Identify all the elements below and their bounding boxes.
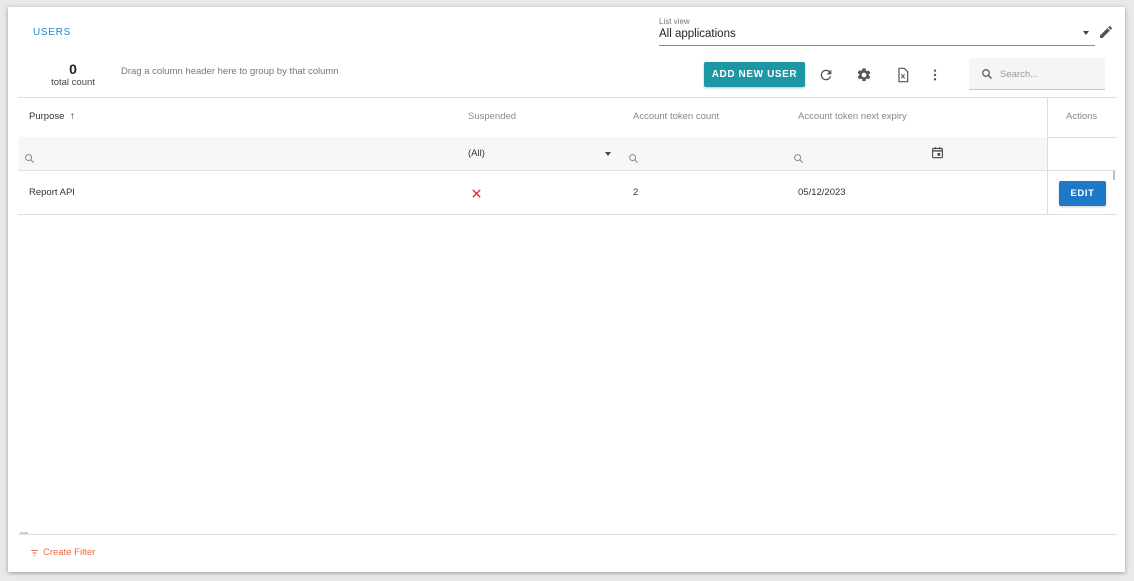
list-view-select[interactable]: All applications xyxy=(659,27,1095,46)
column-header-purpose[interactable]: Purpose ↑ xyxy=(29,111,75,122)
column-header-next-expiry[interactable]: Account token next expiry xyxy=(798,111,907,122)
pencil-icon[interactable] xyxy=(1098,23,1114,41)
filter-next-expiry-search-icon[interactable] xyxy=(793,153,804,164)
row-bottom-border xyxy=(18,214,1117,215)
cell-next-expiry: 05/12/2023 xyxy=(798,187,846,198)
vertical-scrollbar[interactable] xyxy=(1113,171,1115,180)
filter-icon xyxy=(31,549,38,557)
search-box xyxy=(969,58,1105,90)
excel-export-icon[interactable] xyxy=(895,67,911,83)
actions-column-divider xyxy=(1047,97,1048,214)
group-panel-hint: Drag a column header here to group by th… xyxy=(121,66,339,77)
list-view-value: All applications xyxy=(659,28,736,40)
add-new-user-button[interactable]: ADD NEW USER xyxy=(704,62,805,87)
total-count: 0 total count xyxy=(42,61,104,89)
total-count-value: 0 xyxy=(69,61,77,77)
column-header-suspended[interactable]: Suspended xyxy=(468,111,516,122)
chevron-down-icon[interactable] xyxy=(605,152,611,156)
list-view-label: List view xyxy=(659,17,690,26)
column-header-actions: Actions xyxy=(1066,111,1098,122)
search-icon xyxy=(982,69,992,79)
more-vert-icon[interactable] xyxy=(927,67,943,83)
create-filter-label: Create Filter xyxy=(43,547,96,558)
sort-ascending-icon: ↑ xyxy=(70,111,75,122)
search-input[interactable] xyxy=(1000,66,1096,82)
total-count-label: total count xyxy=(51,77,95,88)
tab-users[interactable]: USERS xyxy=(33,27,71,38)
filter-row xyxy=(18,137,1047,170)
refresh-icon[interactable] xyxy=(818,67,834,83)
filter-purpose-search-icon[interactable] xyxy=(24,153,35,164)
chevron-down-icon xyxy=(1083,31,1089,35)
horizontal-scrollbar[interactable] xyxy=(20,532,28,534)
users-grid-card: USERS List view All applications 0 total… xyxy=(8,7,1125,572)
calendar-icon[interactable] xyxy=(931,146,944,159)
suspended-filter-value[interactable]: (All) xyxy=(468,148,485,159)
filter-token-count-search-icon[interactable] xyxy=(628,153,639,164)
footer-border xyxy=(18,534,1117,535)
filter-bottom-border xyxy=(18,170,1117,171)
cell-token-count: 2 xyxy=(633,187,639,198)
column-header-token-count[interactable]: Account token count xyxy=(633,111,719,122)
cell-purpose: Report API xyxy=(29,187,75,198)
close-icon xyxy=(472,189,481,198)
edit-button[interactable]: EDIT xyxy=(1059,181,1106,206)
grid-top-border xyxy=(18,97,1117,98)
column-header-purpose-label: Purpose xyxy=(29,111,65,122)
gear-icon[interactable] xyxy=(856,67,872,83)
